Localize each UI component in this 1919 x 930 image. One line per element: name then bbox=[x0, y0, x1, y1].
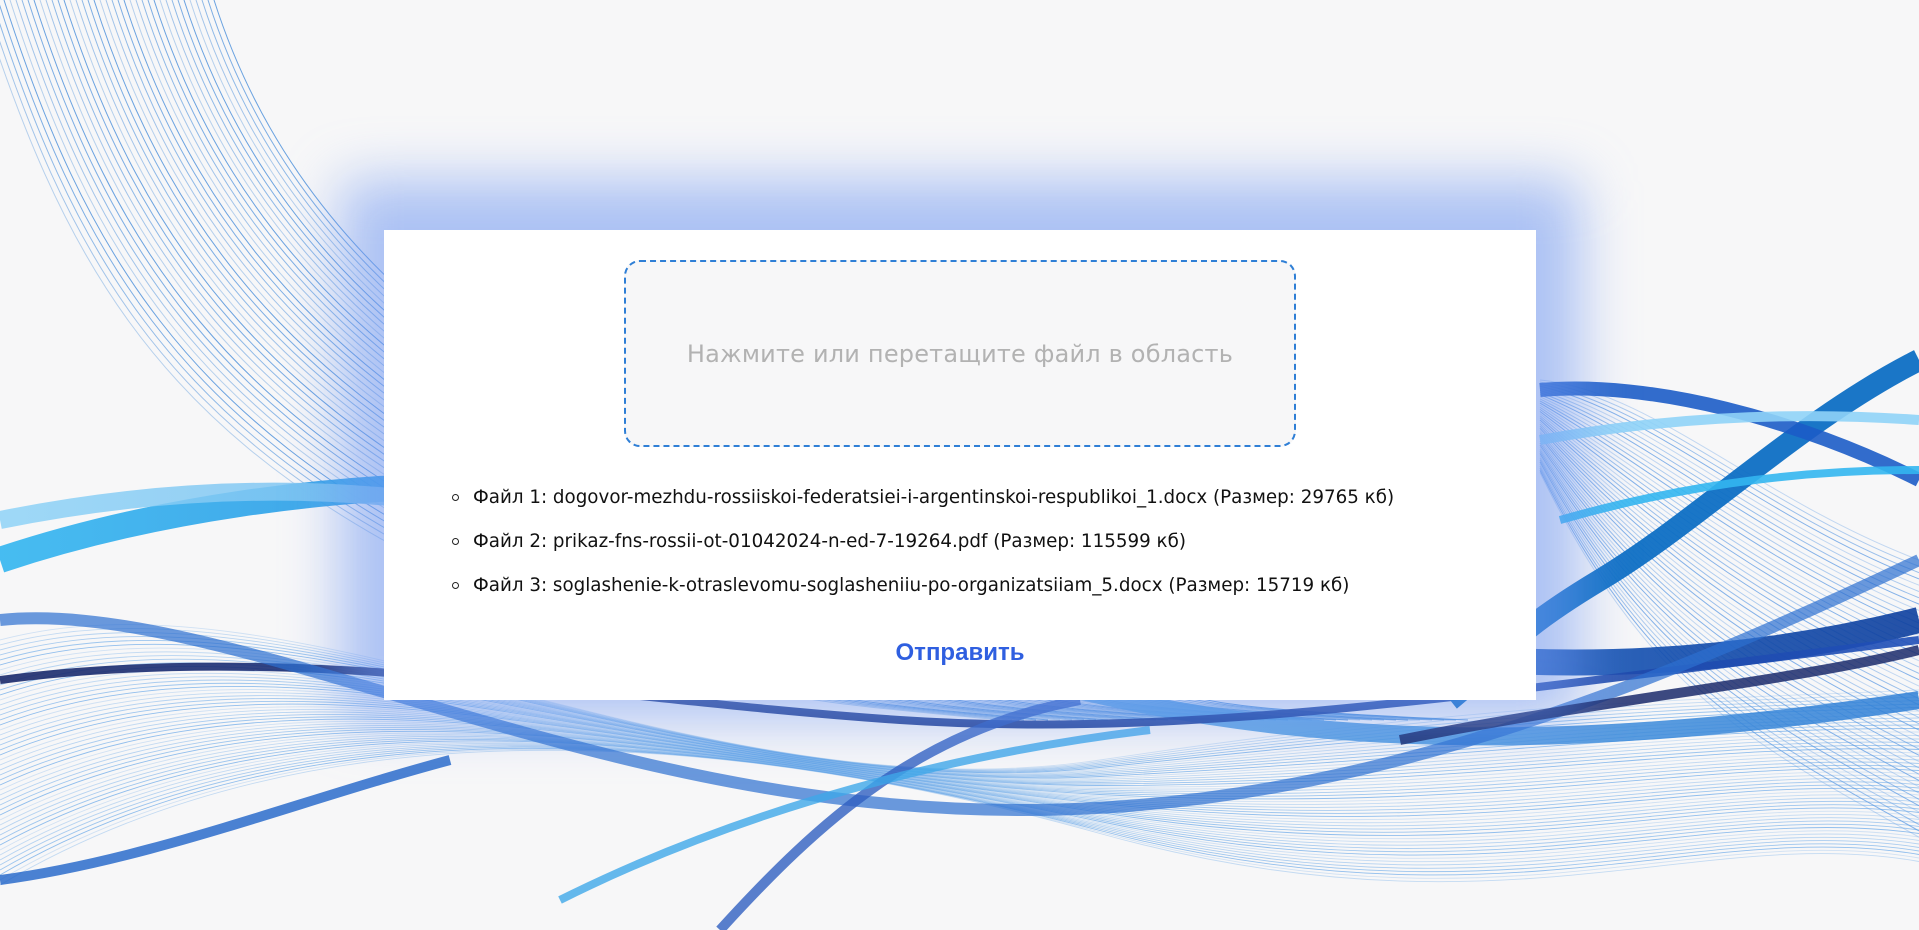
file-item-text: Файл 2: prikaz-fns-rossii-ot-01042024-n-… bbox=[473, 531, 1186, 552]
submit-button[interactable]: Отправить bbox=[860, 633, 1060, 673]
dropzone-hint: Нажмите или перетащите файл в область bbox=[686, 339, 1234, 368]
bullet-circle-icon bbox=[452, 494, 459, 501]
file-list-item: Файл 2: prikaz-fns-rossii-ot-01042024-n-… bbox=[452, 520, 1394, 564]
file-item-text: Файл 1: dogovor-mezhdu-rossiiskoi-federa… bbox=[473, 487, 1395, 508]
file-list-item: Файл 1: dogovor-mezhdu-rossiiskoi-federa… bbox=[452, 476, 1394, 520]
file-dropzone[interactable]: Нажмите или перетащите файл в область bbox=[624, 260, 1296, 447]
file-list: Файл 1: dogovor-mezhdu-rossiiskoi-federa… bbox=[452, 476, 1394, 608]
bullet-circle-icon bbox=[452, 582, 459, 589]
bullet-circle-icon bbox=[452, 538, 459, 545]
upload-card: Нажмите или перетащите файл в область Фа… bbox=[384, 230, 1536, 700]
file-list-item: Файл 3: soglashenie-k-otraslevomu-soglas… bbox=[452, 564, 1394, 608]
file-item-text: Файл 3: soglashenie-k-otraslevomu-soglas… bbox=[473, 575, 1350, 596]
